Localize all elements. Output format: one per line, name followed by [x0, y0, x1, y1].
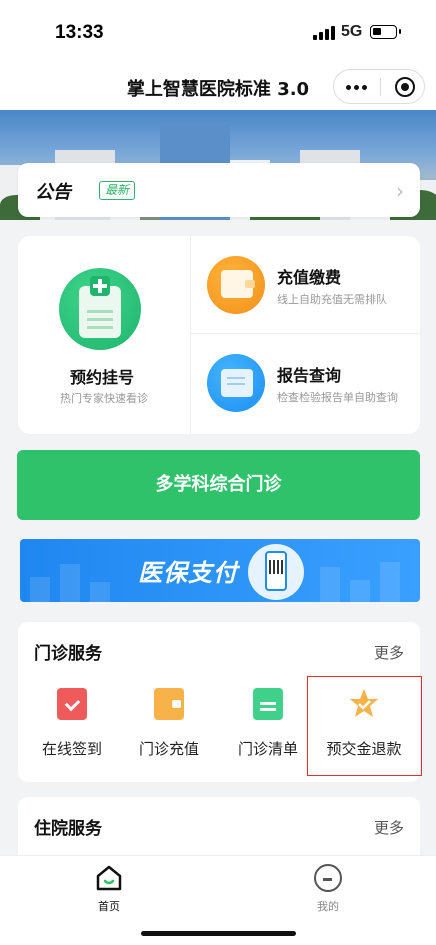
outpatient-recharge-item[interactable]: 门诊充值 — [129, 688, 209, 768]
outpatient-services-section: 门诊服务 更多 在线签到 门诊充值 门诊清单 预交金退款 — [18, 622, 422, 782]
report-title: 报告查询 — [277, 366, 342, 385]
phone-qr-icon — [248, 544, 304, 600]
multi-department-clinic-button[interactable]: 多学科综合门诊 — [17, 450, 420, 520]
notice-label: 公告 — [35, 182, 71, 203]
recharge-title: 充值缴费 — [277, 268, 342, 287]
service-label: 在线签到 — [41, 740, 102, 758]
appointment-entry[interactable]: 预约挂号 热门专家快速看诊 — [18, 236, 190, 434]
service-label: 门诊充值 — [138, 740, 199, 758]
medical-insurance-pay-banner[interactable]: 医保支付 — [20, 539, 420, 602]
section-title: 门诊服务 — [34, 644, 102, 664]
notice-bar[interactable]: 公告 最新 › — [18, 163, 420, 217]
recharge-subtitle: 线上自助充值无需排队 — [277, 293, 387, 306]
wallet-icon — [207, 256, 265, 314]
mini-program-capsule — [333, 69, 425, 104]
recharge-entry[interactable]: 充值缴费 线上自助充值无需排队 — [191, 236, 420, 333]
appointment-subtitle: 热门专家快速看诊 — [60, 392, 148, 405]
list-icon — [253, 688, 283, 720]
highlight-box — [307, 676, 422, 776]
chevron-right-icon: › — [396, 179, 404, 203]
navigation-bar: 掌上智慧医院标准 3.0 — [0, 66, 436, 110]
quick-entry-card: 预约挂号 热门专家快速看诊 充值缴费 线上自助充值无需排队 报告查询 检查检验报… — [18, 236, 420, 434]
status-time: 13:33 — [55, 22, 104, 43]
more-link[interactable]: 更多 — [374, 817, 404, 838]
new-badge: 最新 — [99, 181, 136, 200]
appointment-icon — [59, 268, 141, 350]
home-indicator — [141, 931, 296, 936]
checkin-icon — [57, 688, 87, 720]
status-bar: 13:33 5G — [0, 0, 436, 66]
report-subtitle: 检查检验报告单自助查询 — [277, 391, 398, 404]
appointment-title: 预约挂号 — [70, 368, 135, 387]
signal-icon — [313, 26, 337, 40]
tab-label: 我的 — [317, 900, 339, 913]
service-label: 门诊清单 — [237, 740, 298, 758]
network-type: 5G — [341, 23, 363, 40]
report-scroll-icon — [207, 354, 265, 412]
target-icon[interactable] — [395, 77, 415, 97]
profile-icon — [314, 864, 342, 892]
section-title: 住院服务 — [34, 819, 102, 839]
online-checkin-item[interactable]: 在线签到 — [32, 688, 112, 768]
battery-icon — [370, 25, 401, 39]
capsule-divider — [380, 78, 381, 96]
more-link[interactable]: 更多 — [374, 642, 404, 663]
pay-banner-text: 医保支付 — [138, 559, 238, 587]
home-icon — [95, 864, 123, 892]
more-dots-icon[interactable] — [346, 85, 368, 91]
wallet-icon — [154, 688, 184, 720]
report-entry[interactable]: 报告查询 检查检验报告单自助查询 — [191, 334, 420, 434]
outpatient-list-item[interactable]: 门诊清单 — [228, 688, 308, 768]
tab-label: 首页 — [98, 900, 120, 913]
